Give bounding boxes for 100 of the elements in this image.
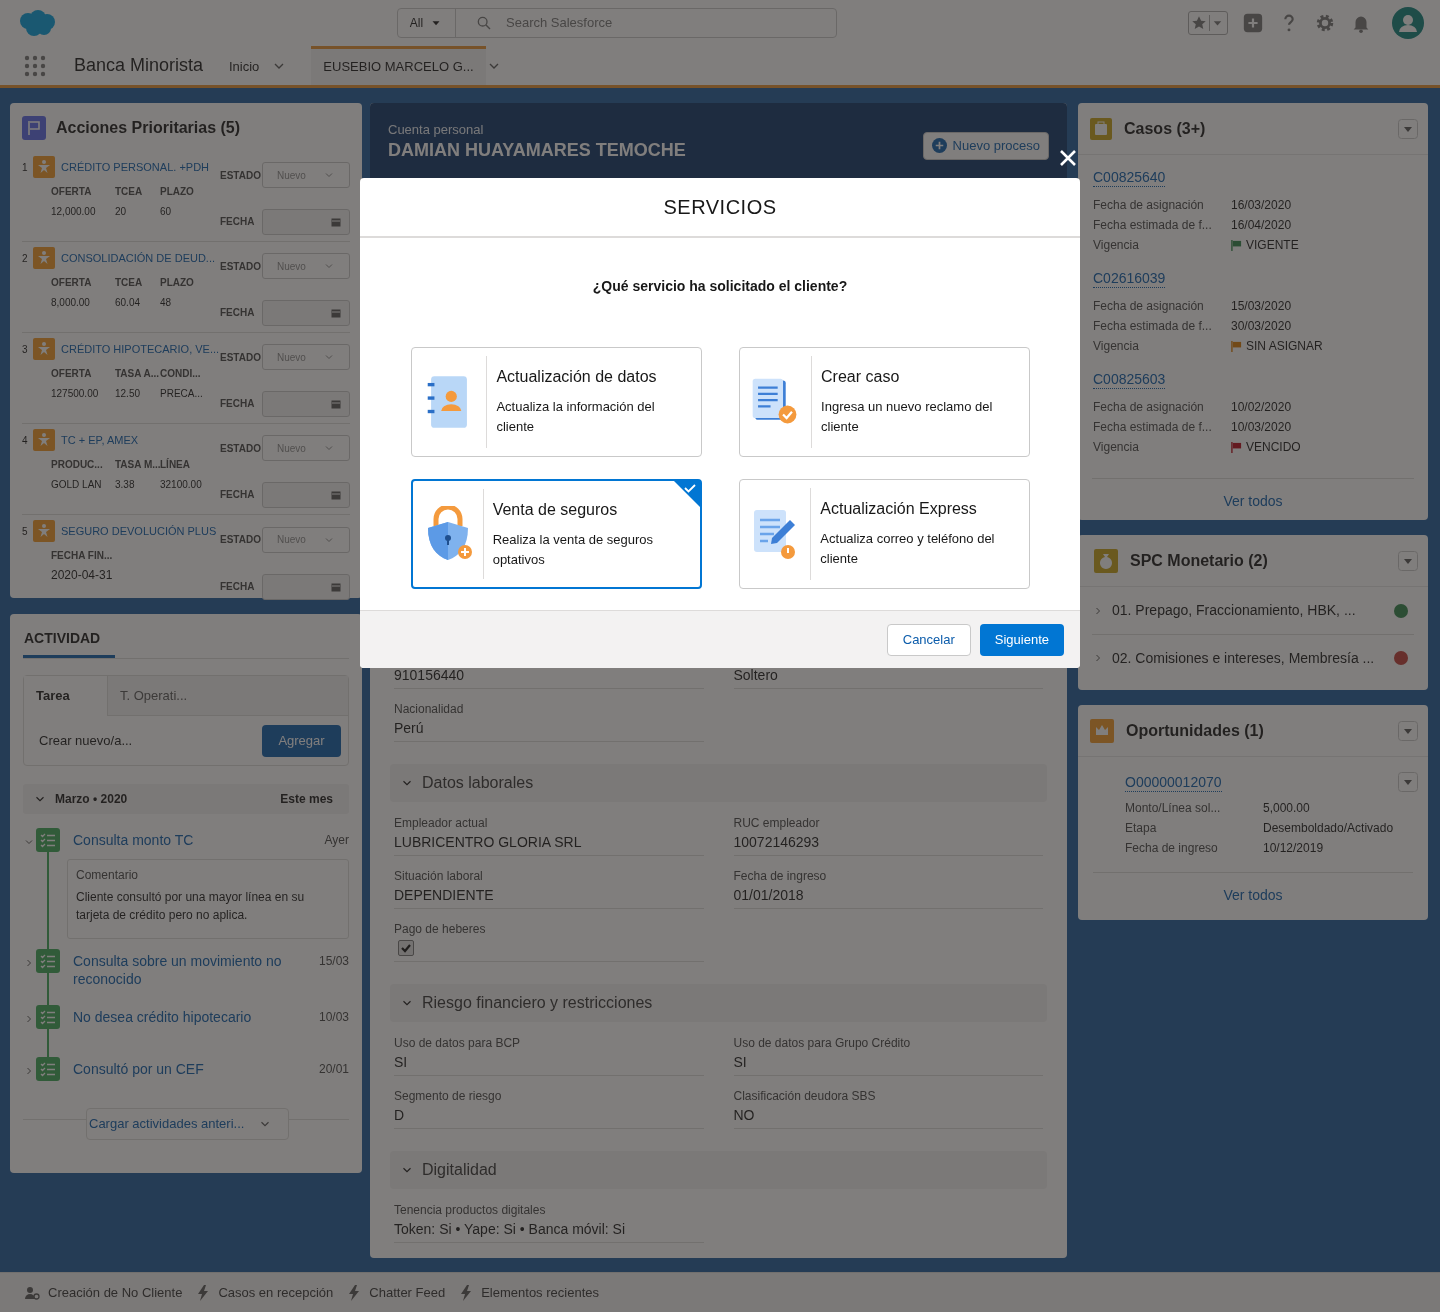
field-value: 60 xyxy=(160,205,173,219)
new-process-button[interactable]: Nuevo proceso xyxy=(922,131,1049,160)
field-label: PLAZO xyxy=(160,276,195,290)
field-value: VIGENTE xyxy=(1246,237,1299,253)
case-link[interactable]: C02616039 xyxy=(1093,269,1166,288)
close-icon[interactable] xyxy=(1059,149,1077,167)
utility-item[interactable]: Chatter Feed xyxy=(347,1282,446,1303)
field-value: 8,000.00 xyxy=(51,296,91,310)
field-value: SIN ASIGNAR xyxy=(1246,338,1323,354)
activity-link[interactable]: No desea crédito hipotecario xyxy=(73,1005,319,1026)
field-label: FECHA xyxy=(220,488,256,503)
field-label: Fecha estimada de f... xyxy=(1093,217,1213,233)
add-button[interactable]: Agregar xyxy=(262,725,341,757)
field-label: Clasificación deudora SBS xyxy=(733,1088,877,1104)
field-label: FECHA xyxy=(220,397,256,412)
menu-button[interactable] xyxy=(1398,772,1418,792)
action-link[interactable]: SEGURO DEVOLUCIÓN PLUS xyxy=(61,522,217,540)
dialog-title: SERVICIOS xyxy=(663,195,777,220)
activity-link[interactable]: Consultó por un CEF xyxy=(73,1057,319,1078)
field-label: FECHA xyxy=(220,306,256,321)
field-label: Situación laboral xyxy=(394,868,484,884)
utility-item[interactable]: Casos en recepción xyxy=(196,1282,334,1303)
composer-tab[interactable]: T. Operati... xyxy=(108,676,348,716)
case-link[interactable]: C00825603 xyxy=(1093,370,1166,389)
field-label: Nacionalidad xyxy=(394,701,465,717)
menu-button[interactable] xyxy=(1398,118,1418,139)
field-label: OFERTA xyxy=(51,276,93,290)
composer-tab[interactable]: Tarea xyxy=(24,676,108,716)
opportunity-link[interactable]: O00000012070 xyxy=(1125,772,1222,792)
field-label: Vigencia xyxy=(1093,237,1140,253)
service-option-card[interactable]: Actualización Express Actualiza correo y teléfono del cliente xyxy=(738,479,1030,589)
action-link[interactable]: TC + EP, AMEX xyxy=(61,431,139,449)
month-label: Marzo • 2020 xyxy=(55,791,128,808)
spc-item[interactable]: 01. Prepago, Fraccionamiento, HBK, ... xyxy=(1092,587,1414,635)
menu-button[interactable] xyxy=(1398,550,1418,571)
comment-label: Comentario xyxy=(76,867,140,884)
utility-item[interactable]: Elementos recientes xyxy=(459,1282,599,1303)
activity-date: 20/01 xyxy=(318,1061,349,1078)
calendar-icon xyxy=(331,398,341,409)
section-header[interactable]: Digitalidad xyxy=(390,1151,1047,1189)
field-label: Fecha de asignación xyxy=(1093,298,1205,314)
favorites-button[interactable] xyxy=(1188,11,1228,35)
field-label: FECHA xyxy=(220,215,256,230)
field-label: TASA M... xyxy=(115,459,160,472)
new-task-field[interactable]: Crear nuevo/a... xyxy=(39,731,262,751)
action-link[interactable]: CRÉDITO HIPOTECARIO, VE... xyxy=(61,340,220,358)
field-label: ESTADO xyxy=(220,350,262,365)
service-option-card[interactable]: Crear caso Ingresa un nuevo reclamo del cliente xyxy=(738,347,1030,457)
field-value: Perú xyxy=(394,719,425,738)
field-label: FECHA FIN... xyxy=(51,549,114,563)
date-field[interactable] xyxy=(262,481,350,508)
spc-item[interactable]: 02. Comisiones e intereses, Membresía ... xyxy=(1092,635,1414,681)
search-icon xyxy=(476,15,492,31)
date-field[interactable] xyxy=(262,299,350,326)
search-field[interactable]: All Search Salesforce xyxy=(397,8,837,38)
next-button[interactable]: Siguiente xyxy=(979,623,1064,656)
field-label: LÍNEA xyxy=(160,458,191,472)
service-option-card[interactable]: Venta de seguros Realiza la venta de seguros optativos xyxy=(410,479,702,589)
service-option-card[interactable]: Actualización de datos Actualiza la información del cliente xyxy=(410,347,702,457)
field-label: Fecha de ingreso xyxy=(733,868,828,884)
activity-link[interactable]: Consulta sobre un movimiento no reconocido xyxy=(73,949,319,988)
field-label: CONDI... xyxy=(160,367,202,381)
field-value: Soltero xyxy=(733,666,779,685)
field-label: Fecha de asignación xyxy=(1093,399,1205,415)
date-field[interactable] xyxy=(262,390,350,417)
field-label: Fecha estimada de f... xyxy=(1093,419,1213,435)
utility-item[interactable]: Creación de No Cliente xyxy=(24,1282,183,1303)
load-more-button[interactable]: Cargar actividades anteri... xyxy=(86,1108,290,1140)
briefcase-icon xyxy=(1090,117,1112,140)
action-link[interactable]: CRÉDITO PERSONAL. +PDH xyxy=(61,158,210,176)
section-header[interactable]: Datos laborales xyxy=(390,764,1047,802)
view-all-link[interactable]: Ver todos xyxy=(1223,491,1283,512)
section-header[interactable]: Riesgo financiero y restricciones xyxy=(390,984,1047,1022)
menu-button[interactable] xyxy=(1398,720,1418,741)
card-title: Oportunidades (1) xyxy=(1126,720,1264,741)
avatar-icon[interactable] xyxy=(1392,7,1424,39)
field-label: Empleador actual xyxy=(394,815,489,831)
activity-tab[interactable]: ACTIVIDAD xyxy=(23,628,115,658)
item-number: 1 xyxy=(22,160,29,175)
field-value: 910156440 xyxy=(394,666,466,685)
action-link[interactable]: CONSOLIDACIÓN DE DEUD... xyxy=(61,249,216,267)
option-title: Actualización de datos xyxy=(496,367,658,387)
field-value: 16/04/2020 xyxy=(1231,217,1293,233)
cancel-button[interactable]: Cancelar xyxy=(886,623,971,656)
date-field[interactable] xyxy=(262,208,350,235)
case-link[interactable]: C00825640 xyxy=(1093,168,1166,187)
field-label: RUC empleador xyxy=(733,815,821,831)
add-icon[interactable] xyxy=(1242,12,1264,34)
spc-item-label: 01. Prepago, Fraccionamiento, HBK, ... xyxy=(1112,601,1356,620)
field-value: SI xyxy=(394,1053,409,1072)
activity-link[interactable]: Consulta monto TC xyxy=(73,828,325,849)
view-all-link[interactable]: Ver todos xyxy=(1223,885,1283,906)
nav-tab[interactable]: EUSEBIO MARCELO G... xyxy=(311,46,486,85)
settings-icon[interactable] xyxy=(1314,12,1336,34)
field-value: 48 xyxy=(160,296,173,310)
period-label: Este mes xyxy=(280,791,333,808)
search-scope-dropdown[interactable]: All xyxy=(398,9,456,37)
date-field[interactable] xyxy=(262,573,350,600)
app-launcher-icon[interactable] xyxy=(24,54,46,77)
nav-tab[interactable]: Inicio xyxy=(217,46,272,85)
